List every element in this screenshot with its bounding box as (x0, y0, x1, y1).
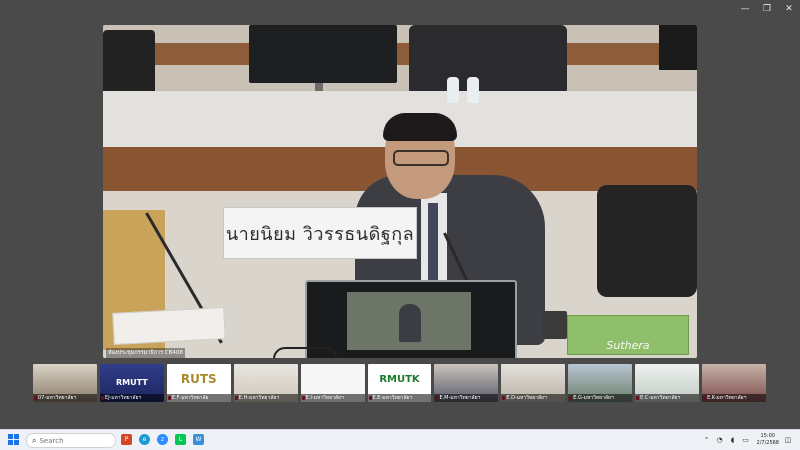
video-cable (273, 347, 337, 358)
participant-label: E.D-มหาวิทยาลัยฯ (501, 394, 566, 402)
participant-label: 07-มหาวิทยาลัยฯ (33, 394, 97, 402)
search-input[interactable] (36, 436, 108, 445)
participant-tile[interactable]: E.G-มหาวิทยาลัยฯ (568, 364, 633, 402)
windows-start-icon[interactable] (8, 434, 19, 445)
line-icon[interactable]: L (175, 434, 186, 445)
participant-label: EJ-มหาวิทยาลัยฯ (99, 394, 164, 402)
main-speaker-video[interactable]: นายนิยม วิวรรธนดิฐกุล Suthera ห้องประชุม… (103, 25, 697, 358)
participant-brand: RUTS (180, 372, 217, 386)
clock-date: 2/7/2568 (756, 440, 779, 446)
window-controls: — ❐ ✕ (734, 0, 800, 18)
participant-brand: RMUTT (116, 378, 148, 387)
taskbar-search[interactable]: ⌕ (26, 433, 116, 448)
participant-label: E.F-มหาวิทยาลัย (166, 394, 231, 402)
participant-tile[interactable]: E.M-มหาวิทยาลัยฯ (434, 364, 499, 402)
video-wood-top (103, 43, 697, 65)
video-monitor (249, 25, 397, 83)
participant-label: E.E-มหาวิทยาลัยฯ (367, 394, 432, 402)
video-bottle (467, 77, 479, 103)
clock-time: 15:00 (760, 433, 775, 439)
video-chair-right (597, 185, 697, 297)
participant-brand: RMUTK (379, 374, 420, 385)
participant-tile[interactable]: E.H-มหาวิทยาลัยฯ (233, 364, 298, 402)
participant-label: E.G-มหาวิทยาลัยฯ (568, 394, 633, 402)
speaker-nameplate: นายนิยม วิวรรธนดิฐกุล (223, 207, 417, 259)
laptop-mini-person (399, 304, 421, 342)
chevron-up-icon[interactable]: ⌃ (703, 436, 711, 444)
participant-label: E.M-มหาวิทยาลัยฯ (434, 394, 499, 402)
participant-tile[interactable]: E.I-มหาวิทยาลัยฯ (300, 364, 365, 402)
video-laptop (305, 280, 517, 358)
participant-tile[interactable]: E.C-มหาวิทยาลัยฯ (635, 364, 700, 402)
participant-tile[interactable]: RMUTT EJ-มหาวิทยาลัยฯ (99, 364, 164, 402)
participant-tile[interactable]: RMUTK E.E-มหาวิทยาลัยฯ (367, 364, 432, 402)
taskbar-clock[interactable]: 15:00 2/7/2568 (757, 433, 779, 447)
wifi-icon[interactable]: ◔ (716, 436, 724, 444)
participant-strip: 07-มหาวิทยาลัยฯ RMUTT EJ-มหาวิทยาลัยฯ RU… (33, 364, 766, 402)
participant-tile[interactable]: 07-มหาวิทยาลัยฯ (33, 364, 97, 402)
video-dark-corner (659, 25, 697, 70)
speaker-tie (428, 203, 438, 291)
battery-icon[interactable]: ▭ (742, 436, 750, 444)
speaker-hair (383, 113, 457, 141)
speaker-glasses (393, 150, 449, 166)
video-bottle (447, 77, 459, 103)
word-icon[interactable]: W (193, 434, 204, 445)
room-caption: ห้องประชุมกรรมาธิการ CB408 (106, 348, 185, 358)
powerpoint-icon[interactable]: P (121, 434, 132, 445)
close-icon[interactable]: ✕ (778, 0, 800, 18)
participant-tile[interactable]: E.D-มหาวิทยาลัยฯ (501, 364, 566, 402)
video-green-box: Suthera (567, 315, 689, 355)
taskbar: ⌕ P e z L W ⌃ ◔ ◖ ▭ 15:00 2/7/2568 ◫ (0, 429, 800, 450)
participant-label: E.C-มหาวิทยาลัยฯ (635, 394, 700, 402)
zoom-icon[interactable]: z (157, 434, 168, 445)
system-tray: ⌃ ◔ ◖ ▭ 15:00 2/7/2568 ◫ (703, 432, 792, 448)
participant-label: E.I-มหาวิทยาลัยฯ (300, 394, 365, 402)
participant-tile[interactable]: E.K-มหาวิทยาลัยฯ (702, 364, 766, 402)
video-cup (543, 311, 567, 339)
minimize-icon[interactable]: — (734, 0, 756, 18)
participant-tile[interactable]: RUTS E.F-มหาวิทยาลัย (166, 364, 231, 402)
video-chair-top (409, 25, 567, 95)
video-papers (112, 307, 226, 345)
edge-icon[interactable]: e (139, 434, 150, 445)
participant-label: E.H-มหาวิทยาลัยฯ (233, 394, 298, 402)
restore-icon[interactable]: ❐ (756, 0, 778, 18)
video-laptop-screen (347, 292, 471, 350)
notification-icon[interactable]: ◫ (784, 436, 792, 444)
participant-label: E.K-มหาวิทยาลัยฯ (702, 394, 766, 402)
volume-icon[interactable]: ◖ (729, 436, 737, 444)
